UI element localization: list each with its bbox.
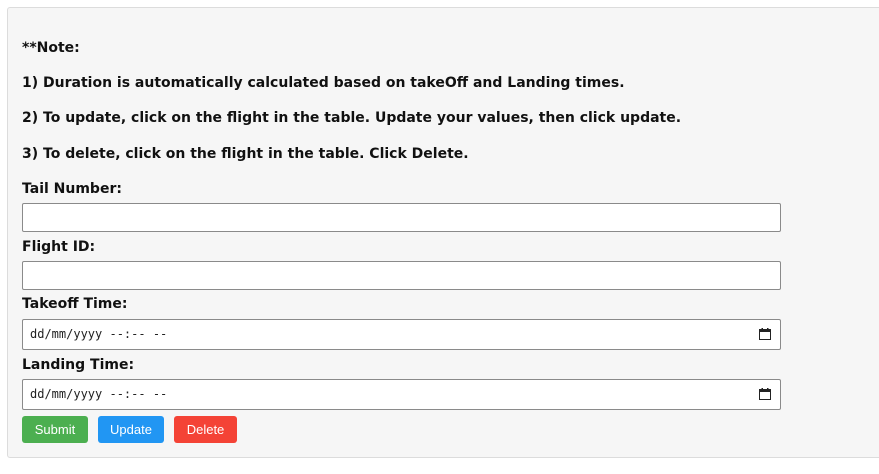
landing-time-input[interactable]: dd/mm/yyyy --:-- -- bbox=[22, 379, 781, 410]
calendar-icon[interactable] bbox=[759, 328, 771, 340]
calendar-icon[interactable] bbox=[759, 388, 771, 400]
note-heading: **Note: bbox=[22, 40, 80, 56]
note-line-duration: 1) Duration is automatically calculated … bbox=[22, 75, 625, 91]
takeoff-time-input[interactable]: dd/mm/yyyy --:-- -- bbox=[22, 319, 781, 350]
submit-button[interactable]: Submit bbox=[22, 416, 88, 443]
note-line-update: 2) To update, click on the flight in the… bbox=[22, 110, 682, 126]
tail-number-label: Tail Number: bbox=[22, 181, 122, 197]
takeoff-time-placeholder: dd/mm/yyyy --:-- -- bbox=[30, 327, 168, 341]
delete-button[interactable]: Delete bbox=[174, 416, 237, 443]
tail-number-input[interactable] bbox=[22, 203, 781, 232]
flight-id-input[interactable] bbox=[22, 261, 781, 290]
takeoff-time-label: Takeoff Time: bbox=[22, 296, 128, 312]
note-line-delete: 3) To delete, click on the flight in the… bbox=[22, 146, 469, 162]
landing-time-placeholder: dd/mm/yyyy --:-- -- bbox=[30, 387, 168, 401]
landing-time-label: Landing Time: bbox=[22, 357, 135, 373]
update-button[interactable]: Update bbox=[98, 416, 164, 443]
flight-id-label: Flight ID: bbox=[22, 239, 96, 255]
